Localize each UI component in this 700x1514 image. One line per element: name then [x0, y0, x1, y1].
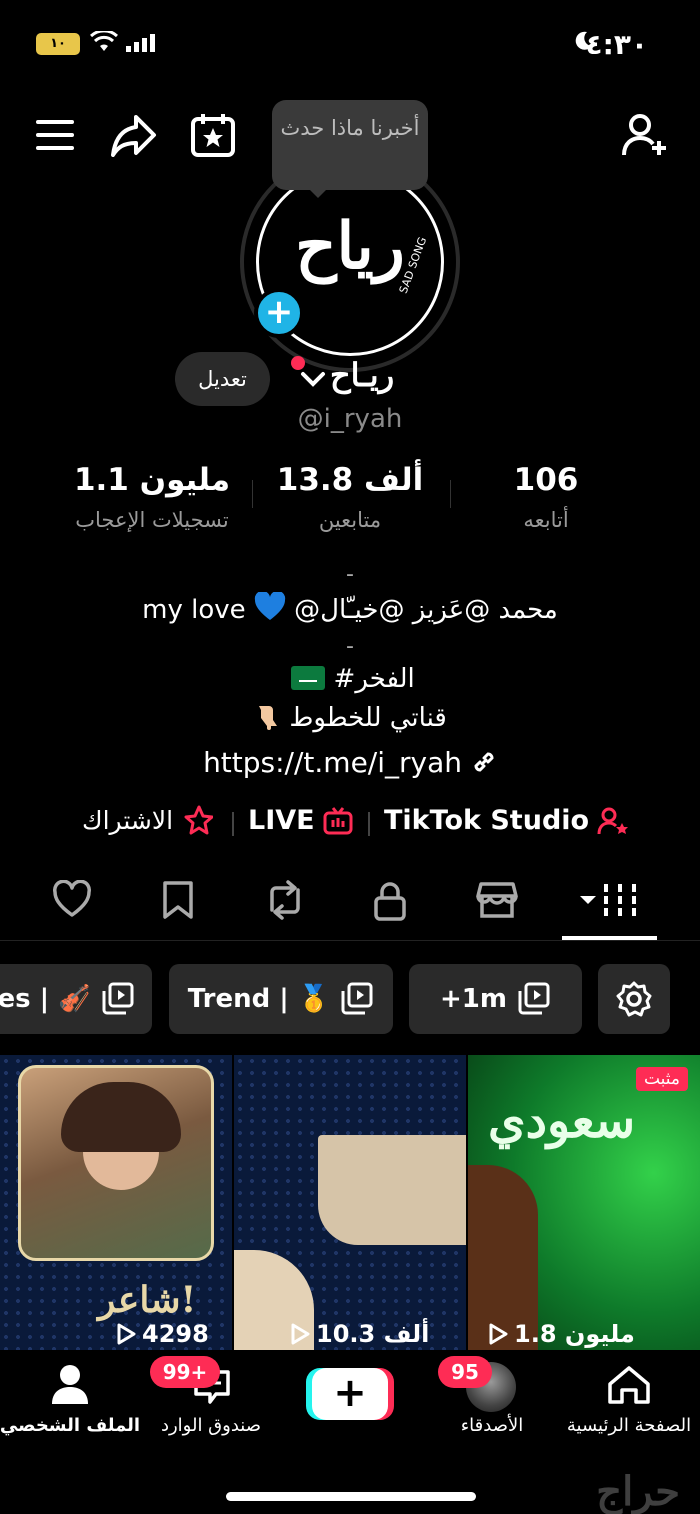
video-thumbnail[interactable]: شاعر! 4298	[0, 1055, 232, 1350]
bio-hashtag-line: #الفخر	[0, 664, 700, 694]
live-tv-icon	[323, 806, 353, 834]
share-icon[interactable]	[110, 113, 158, 157]
bio-link-line[interactable]: https://t.me/i_ryah	[0, 746, 700, 779]
home-indicator[interactable]	[226, 1492, 476, 1501]
notification-dot	[291, 356, 305, 370]
battery-icon: ١٠	[36, 33, 80, 55]
following-label: أتابعه	[523, 508, 569, 532]
chevron-down-icon[interactable]	[300, 370, 326, 388]
links-divider	[232, 812, 234, 836]
profile-nav-icon[interactable]	[51, 1364, 89, 1404]
play-icon	[291, 1323, 310, 1345]
username: @i_ryah	[297, 404, 403, 434]
following-count[interactable]: 106	[446, 462, 646, 498]
tab-videos-grid-icon[interactable]	[578, 880, 640, 920]
blue-heart-icon	[254, 592, 286, 620]
play-icon	[489, 1323, 508, 1345]
links-divider	[368, 812, 370, 836]
tooltip-tail	[308, 188, 328, 198]
tiktok-studio-label: TikTok Studio	[384, 805, 590, 836]
bio-mentions[interactable]: @محمد @عَزيز @خيـّال	[294, 595, 558, 625]
video-views: 1.8 مليون	[488, 1320, 635, 1348]
cellular-signal-icon	[126, 34, 155, 52]
video-overlay-text: شاعر!	[98, 1279, 197, 1321]
video-views: 4298	[116, 1320, 209, 1348]
video-thumbnail[interactable]: 10.3 ألف	[234, 1055, 466, 1350]
home-icon[interactable]	[606, 1364, 652, 1406]
calendar-star-icon[interactable]	[190, 112, 236, 158]
status-tooltip[interactable]: أخبرنا ماذا حدث	[272, 100, 428, 190]
video-cover-photo	[18, 1065, 214, 1261]
stat-divider	[252, 480, 253, 508]
friends-badge: 95	[438, 1356, 492, 1388]
tabs-divider	[0, 940, 700, 941]
playlist-chip-trend[interactable]: Trend | 🥇	[169, 964, 393, 1034]
display-name[interactable]: ريـاح	[330, 356, 394, 394]
add-user-icon[interactable]	[622, 113, 668, 157]
creator-user-star-icon	[597, 807, 629, 834]
bio-separator: -	[346, 634, 354, 659]
tab-favorites-bookmark-icon[interactable]	[160, 880, 196, 920]
nav-home-label[interactable]: الصفحة الرئيسية	[549, 1415, 700, 1436]
bio-link[interactable]: https://t.me/i_ryah	[203, 746, 462, 779]
create-button[interactable]: +	[312, 1368, 388, 1420]
status-time: ٤:٣٠	[585, 28, 648, 61]
likes-count[interactable]: 1.1 مليون	[52, 462, 252, 498]
live-label: LIVE	[248, 805, 315, 836]
video-views: 10.3 ألف	[290, 1320, 429, 1348]
wifi-icon	[90, 31, 118, 51]
watermark-logo: حراج	[596, 1468, 680, 1514]
nav-profile-label[interactable]: الملف الشخصي	[0, 1415, 150, 1436]
play-icon	[117, 1323, 136, 1345]
video-thumbnail[interactable]: سعودي مثبت 1.8 مليون	[468, 1055, 700, 1350]
tab-reposts-icon[interactable]	[264, 880, 306, 920]
video-overlay-text: سعودي	[488, 1093, 636, 1149]
pinned-badge: مثبت	[635, 1067, 688, 1091]
subscribe-link[interactable]: الاشتراك	[82, 805, 214, 835]
playlist-chip-label: es | 🎻	[0, 984, 91, 1014]
live-link[interactable]: LIVE	[248, 805, 353, 836]
inbox-badge: 99+	[150, 1356, 220, 1388]
followers-label: متابعين	[318, 508, 382, 532]
bio-channel-text: قناتي للخطوط	[289, 703, 447, 733]
tab-private-lock-icon[interactable]	[372, 880, 408, 922]
pointing-hand-icon	[259, 706, 278, 730]
tab-shop-icon[interactable]	[476, 880, 518, 920]
link-icon	[474, 752, 494, 772]
stat-divider	[450, 480, 451, 508]
playlist-settings-button[interactable]	[598, 964, 670, 1034]
likes-label: تسجيلات الإعجاب	[75, 508, 229, 532]
playlist-chip-music[interactable]: es | 🎻	[0, 964, 152, 1034]
playlist-chip-label: +1m	[440, 984, 507, 1014]
video-cover-shape	[318, 1135, 466, 1245]
playlist-icon	[341, 982, 373, 1015]
followers-count[interactable]: 13.8 ألف	[250, 462, 450, 498]
menu-icon[interactable]	[36, 118, 76, 152]
subscribe-star-icon	[184, 805, 214, 835]
playlist-icon	[518, 982, 550, 1015]
add-story-button[interactable]: +	[254, 288, 304, 338]
bio-mentions-line: my love @محمد @عَزيز @خيـّال	[0, 592, 700, 625]
bio-channel-line: قناتي للخطوط	[0, 702, 700, 733]
saudi-flag-icon	[291, 666, 326, 690]
subscribe-label: الاشتراك	[82, 805, 174, 835]
playlist-chip-label: Trend | 🥇	[187, 984, 331, 1014]
bio-separator: -	[346, 562, 354, 587]
playlist-chip-1m[interactable]: +1m	[409, 964, 582, 1034]
nav-inbox-label[interactable]: صندوق الوارد	[131, 1415, 291, 1436]
gear-icon	[616, 981, 652, 1017]
nav-friends-label[interactable]: الأصدقاء	[412, 1415, 572, 1436]
bio-hashtag[interactable]: #الفخر	[334, 664, 415, 694]
bio-love-text: my love	[142, 595, 246, 625]
edit-profile-button[interactable]: تعديل	[175, 352, 270, 406]
tab-liked-heart-icon[interactable]	[52, 880, 92, 920]
tiktok-studio-link[interactable]: TikTok Studio	[384, 805, 629, 836]
playlist-icon	[102, 982, 134, 1015]
